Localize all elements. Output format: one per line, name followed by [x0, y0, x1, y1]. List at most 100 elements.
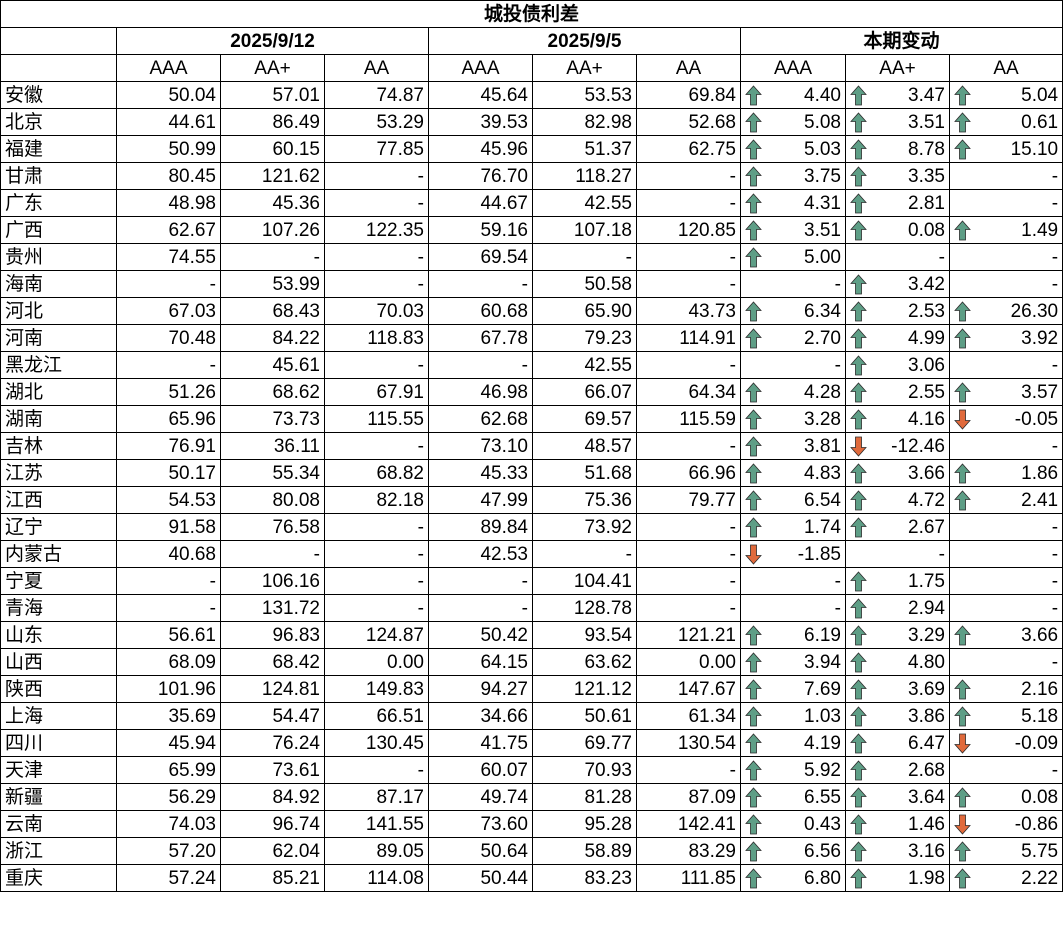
change-value: 7.69 [804, 678, 841, 700]
rating-header: AA+ [532, 54, 637, 82]
previous-spread-cell: 69.54 [428, 243, 533, 271]
arrow-up-icon [954, 678, 971, 700]
previous-spread-cell: 45.96 [428, 135, 533, 163]
current-spread-cell: 54.53 [116, 486, 221, 514]
change-cell: - [948, 594, 1063, 622]
previous-spread-cell: 104.41 [532, 567, 637, 595]
change-cell: - [948, 189, 1063, 217]
region-name: 湖北 [0, 378, 117, 406]
current-spread-cell: - [324, 432, 429, 460]
arrow-up-icon [954, 84, 971, 106]
arrow-up-icon [850, 624, 867, 646]
change-cell: 4.19 [740, 729, 846, 757]
change-value: 2.55 [908, 381, 945, 403]
change-value: 3.51 [804, 219, 841, 241]
previous-spread-cell: - [532, 540, 637, 568]
table-row: 江苏 50.17 55.34 68.82 45.33 51.68 66.96 4.83 3.66… [0, 459, 1063, 487]
table-row: 云南 74.03 96.74 141.55 73.60 95.28 142.41 0.43 1.… [0, 810, 1063, 838]
previous-spread-cell: 87.09 [636, 783, 741, 811]
change-value: 1.49 [1021, 219, 1059, 241]
change-cell: - [740, 594, 846, 622]
change-value: 1.98 [908, 867, 945, 889]
current-spread-cell: 55.34 [220, 459, 325, 487]
previous-spread-cell: 42.55 [532, 189, 637, 217]
change-cell: 4.83 [740, 459, 846, 487]
change-cell: 5.92 [740, 756, 846, 784]
previous-spread-cell: 50.42 [428, 621, 533, 649]
current-spread-cell: 74.55 [116, 243, 221, 271]
current-spread-cell: 77.85 [324, 135, 429, 163]
region-name: 青海 [0, 594, 117, 622]
change-value: 2.94 [908, 597, 945, 619]
arrow-up-icon [850, 300, 867, 322]
table-row: 河北 67.03 68.43 70.03 60.68 65.90 43.73 6.34 2.53… [0, 297, 1063, 325]
change-value: 3.42 [908, 273, 945, 295]
previous-spread-cell: 81.28 [532, 783, 637, 811]
rating-header: AA+ [845, 54, 950, 82]
previous-spread-cell: 83.23 [532, 864, 637, 892]
change-value: - [1051, 165, 1059, 187]
arrow-up-icon [850, 111, 867, 133]
arrow-up-icon [745, 192, 762, 214]
arrow-up-icon [850, 732, 867, 754]
change-value: 2.22 [1021, 867, 1059, 889]
change-cell: 6.80 [740, 864, 846, 892]
region-name: 四川 [0, 729, 117, 757]
change-value: - [1051, 273, 1059, 295]
table-row: 山西 68.09 68.42 0.00 64.15 63.62 0.00 3.94 4.80- [0, 648, 1063, 676]
previous-spread-cell: - [636, 162, 741, 190]
current-spread-cell: 70.03 [324, 297, 429, 325]
previous-spread-cell: 121.21 [636, 621, 741, 649]
arrow-up-icon [745, 138, 762, 160]
change-value: 2.53 [908, 300, 945, 322]
change-cell: -12.46 [845, 432, 950, 460]
change-value: 0.08 [1021, 786, 1059, 808]
previous-spread-cell: 64.15 [428, 648, 533, 676]
arrow-up-icon [850, 489, 867, 511]
arrow-up-icon [745, 786, 762, 808]
region-name: 广东 [0, 189, 117, 217]
current-spread-cell: 74.87 [324, 81, 429, 109]
change-cell: - [740, 567, 846, 595]
current-spread-cell: 76.24 [220, 729, 325, 757]
arrow-up-icon [954, 300, 971, 322]
current-spread-cell: 44.61 [116, 108, 221, 136]
previous-spread-cell: 45.33 [428, 459, 533, 487]
previous-spread-cell: 73.92 [532, 513, 637, 541]
current-spread-cell: 84.22 [220, 324, 325, 352]
change-cell: 4.31 [740, 189, 846, 217]
arrow-up-icon [745, 813, 762, 835]
current-spread-cell: - [116, 351, 221, 379]
previous-spread-cell: 42.53 [428, 540, 533, 568]
change-value: 5.03 [804, 138, 841, 160]
arrow-up-icon [954, 381, 971, 403]
current-spread-cell: 96.83 [220, 621, 325, 649]
change-cell: 2.67 [845, 513, 950, 541]
previous-spread-cell: 60.68 [428, 297, 533, 325]
change-cell: - [948, 513, 1063, 541]
previous-spread-cell: 51.68 [532, 459, 637, 487]
arrow-up-icon [745, 759, 762, 781]
region-name: 吉林 [0, 432, 117, 460]
arrow-down-icon [954, 733, 971, 754]
current-spread-cell: 65.96 [116, 405, 221, 433]
change-value: 4.28 [804, 381, 841, 403]
current-spread-cell: 114.08 [324, 864, 429, 892]
previous-spread-cell: 45.64 [428, 81, 533, 109]
current-spread-cell: - [324, 270, 429, 298]
current-spread-cell: - [324, 594, 429, 622]
current-spread-cell: 101.96 [116, 675, 221, 703]
previous-spread-cell: 64.34 [636, 378, 741, 406]
current-spread-cell: 70.48 [116, 324, 221, 352]
change-cell: 3.51 [845, 108, 950, 136]
current-spread-cell: 54.47 [220, 702, 325, 730]
current-spread-cell: 82.18 [324, 486, 429, 514]
change-cell: 5.04 [948, 81, 1063, 109]
arrow-up-icon [745, 84, 762, 106]
previous-spread-cell: 50.64 [428, 837, 533, 865]
arrow-down-icon [850, 436, 867, 457]
arrow-down-icon [745, 544, 762, 565]
arrow-up-icon [745, 840, 762, 862]
previous-spread-cell: 73.60 [428, 810, 533, 838]
previous-spread-cell: 95.28 [532, 810, 637, 838]
